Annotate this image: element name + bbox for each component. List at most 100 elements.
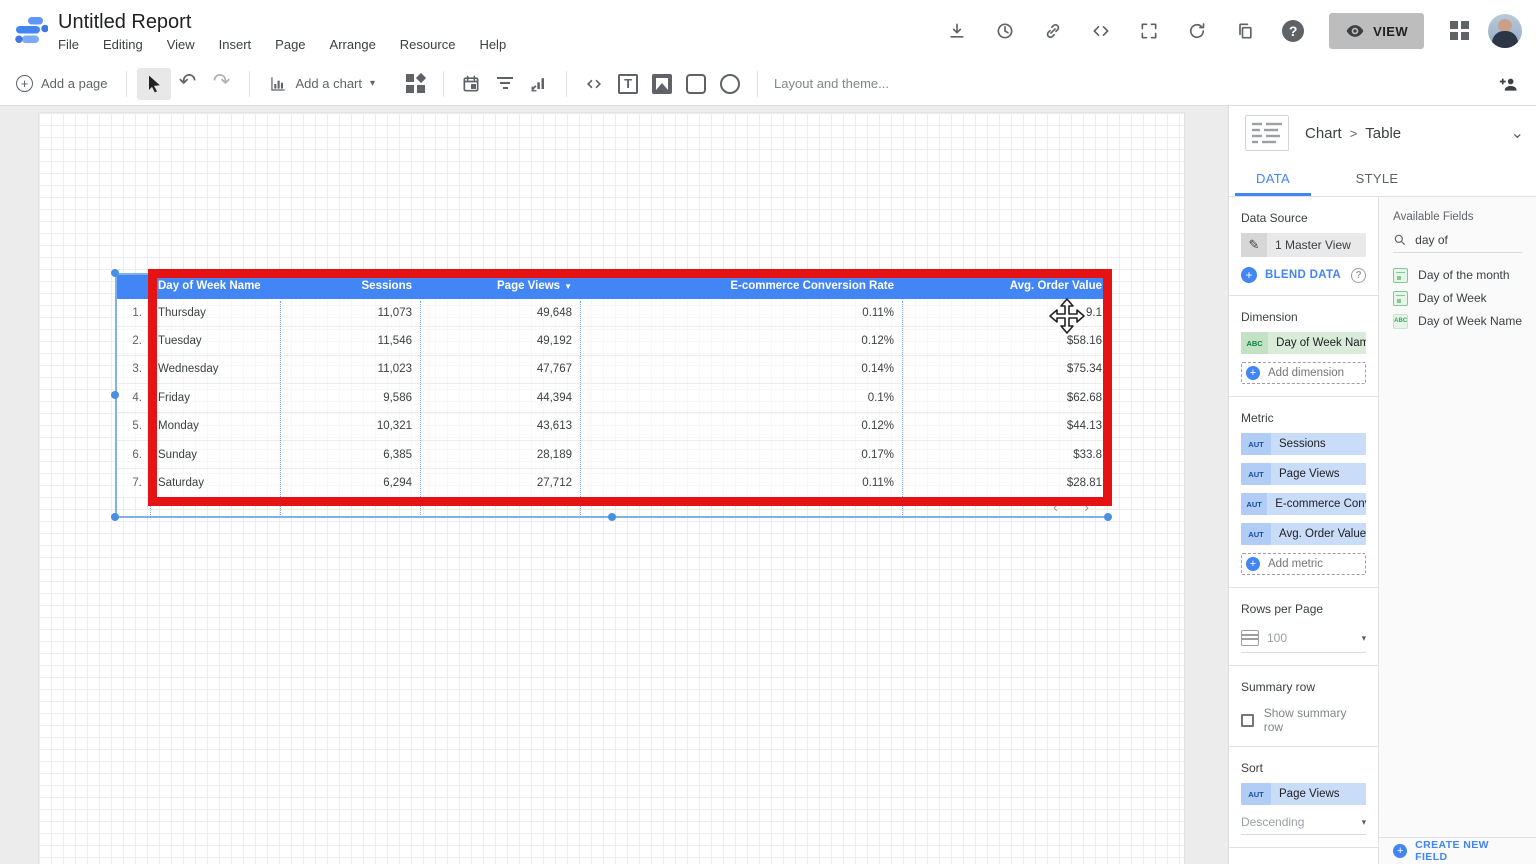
field-search-input[interactable]: day of — [1393, 233, 1522, 253]
undo-button[interactable]: ↶ — [171, 68, 205, 100]
add-chart-button[interactable]: Add a chart ▾ — [260, 68, 384, 100]
download-icon[interactable] — [937, 11, 977, 51]
table-rows-icon — [1241, 630, 1259, 646]
refresh-icon[interactable] — [1177, 11, 1217, 51]
add-dimension-button[interactable]: + Add dimension — [1241, 362, 1366, 384]
field-item-day-of-week-name[interactable]: ABC Day of Week Name — [1379, 313, 1536, 329]
metric-chip-ecommerce-conv[interactable]: AUT E-commerce Conv... — [1241, 493, 1366, 515]
link-icon[interactable] — [1033, 11, 1073, 51]
looker-studio-window: Untitled Report File Editing View Insert… — [0, 0, 1536, 864]
separator — [126, 71, 127, 97]
add-page-button[interactable]: + Add a page — [8, 68, 116, 100]
avatar[interactable] — [1488, 14, 1522, 48]
help-icon[interactable]: ? — [1351, 268, 1366, 283]
abc-type-icon: ABC — [1241, 332, 1268, 354]
fullscreen-icon[interactable] — [1129, 11, 1169, 51]
redo-button[interactable]: ↷ — [205, 68, 239, 100]
header-actions: ? VIEW — [937, 11, 1536, 51]
edit-pencil-icon[interactable]: ✎ — [1241, 233, 1267, 257]
tab-style[interactable]: STYLE — [1317, 160, 1437, 196]
metric-chip-page-views[interactable]: AUT Page Views — [1241, 463, 1366, 485]
history-icon[interactable] — [985, 11, 1025, 51]
metric-label: Metric — [1229, 397, 1378, 433]
calendar-icon — [1393, 291, 1408, 306]
aut-type-icon: AUT — [1241, 783, 1271, 805]
table-chart-thumbnail-icon[interactable] — [1245, 115, 1289, 151]
chevron-right-icon: > — [1350, 126, 1358, 141]
image-icon[interactable] — [645, 68, 679, 100]
create-new-field-button[interactable]: + CREATE NEW FIELD — [1379, 837, 1536, 864]
move-cursor-icon — [1046, 297, 1088, 339]
aut-type-icon: AUT — [1241, 523, 1271, 545]
report-title[interactable]: Untitled Report — [58, 10, 506, 34]
search-icon — [1393, 233, 1407, 247]
embed-code-icon[interactable] — [1081, 11, 1121, 51]
add-metric-button[interactable]: + Add metric — [1241, 553, 1366, 575]
sort-order-select[interactable]: Descending ▾ — [1241, 815, 1366, 835]
circle-shape-icon[interactable] — [713, 68, 747, 100]
resize-handle[interactable] — [111, 391, 119, 399]
date-range-control-icon[interactable] — [454, 68, 488, 100]
available-fields-panel: Available Fields day of Day of the month… — [1378, 197, 1536, 864]
plus-icon: + — [1246, 557, 1260, 571]
plus-icon: + — [1393, 844, 1407, 858]
field-item-day-of-week[interactable]: Day of Week — [1379, 290, 1536, 306]
report-canvas[interactable]: Day of Week Name Sessions Page Views▼ E-… — [0, 106, 1228, 864]
apps-grid-icon[interactable] — [1440, 11, 1480, 51]
layout-theme-button[interactable]: Layout and theme... — [774, 76, 889, 91]
plus-icon: + — [1246, 366, 1260, 380]
community-visualizations-icon[interactable] — [399, 68, 433, 100]
dimension-chip[interactable]: ABC Day of Week Name — [1241, 332, 1366, 354]
data-studio-logo-icon[interactable] — [14, 14, 48, 48]
separator — [757, 71, 758, 97]
menu-insert[interactable]: Insert — [219, 37, 252, 52]
breadcrumb-chart[interactable]: Chart — [1305, 125, 1342, 142]
breadcrumb: Chart > Table — [1305, 125, 1401, 142]
metric-chip-sessions[interactable]: AUT Sessions — [1241, 433, 1366, 455]
data-source-chip[interactable]: ✎ 1 Master View — [1241, 233, 1366, 257]
field-item-day-of-the-month[interactable]: Day of the month — [1379, 267, 1536, 283]
chart-type-header: Chart > Table ⌄ — [1229, 106, 1536, 160]
sort-field-chip[interactable]: AUT Page Views — [1241, 783, 1366, 805]
plus-circle-icon: + — [16, 75, 33, 92]
select-cursor-button[interactable] — [137, 68, 171, 100]
chevron-down-icon: ▾ — [1362, 633, 1367, 644]
menu-help[interactable]: Help — [479, 37, 506, 52]
summary-row-label: Summary row — [1229, 666, 1378, 702]
tab-data[interactable]: DATA — [1229, 160, 1317, 196]
data-source-label: Data Source — [1229, 197, 1378, 233]
blend-data-button[interactable]: + BLEND DATA ? — [1241, 267, 1366, 283]
resize-handle[interactable] — [1104, 513, 1112, 521]
chevron-down-icon[interactable]: ⌄ — [1511, 123, 1524, 143]
available-fields-label: Available Fields — [1379, 197, 1536, 233]
help-icon[interactable]: ? — [1273, 11, 1313, 51]
share-add-person-icon[interactable] — [1492, 68, 1526, 100]
menu-page[interactable]: Page — [275, 37, 305, 52]
view-button[interactable]: VIEW — [1329, 13, 1424, 49]
aut-type-icon: AUT — [1241, 433, 1271, 455]
checkbox-icon[interactable] — [1241, 714, 1254, 727]
breadcrumb-table[interactable]: Table — [1365, 125, 1401, 142]
text-box-icon[interactable]: T — [611, 68, 645, 100]
metric-chip-avg-order-value[interactable]: AUT Avg. Order Value — [1241, 523, 1366, 545]
resize-handle[interactable] — [111, 269, 119, 277]
rows-per-page-select[interactable]: 100 ▾ — [1241, 630, 1366, 653]
data-control-icon[interactable] — [522, 68, 556, 100]
menu-arrange[interactable]: Arrange — [330, 37, 376, 52]
copy-icon[interactable] — [1225, 11, 1265, 51]
bar-chart-icon — [268, 74, 288, 94]
resize-handle[interactable] — [111, 513, 119, 521]
rectangle-shape-icon[interactable] — [679, 68, 713, 100]
separator — [443, 71, 444, 97]
menu-resource[interactable]: Resource — [400, 37, 456, 52]
url-embed-icon[interactable] — [577, 68, 611, 100]
menu-view[interactable]: View — [167, 37, 195, 52]
menu-file[interactable]: File — [58, 37, 79, 52]
menu-editing[interactable]: Editing — [103, 37, 143, 52]
show-summary-row-toggle[interactable]: Show summary row — [1241, 706, 1366, 734]
separator — [249, 71, 250, 97]
resize-handle[interactable] — [608, 513, 616, 521]
filter-control-icon[interactable] — [488, 68, 522, 100]
panel-tabs: DATA STYLE — [1229, 160, 1536, 197]
dimension-label: Dimension — [1229, 296, 1378, 332]
